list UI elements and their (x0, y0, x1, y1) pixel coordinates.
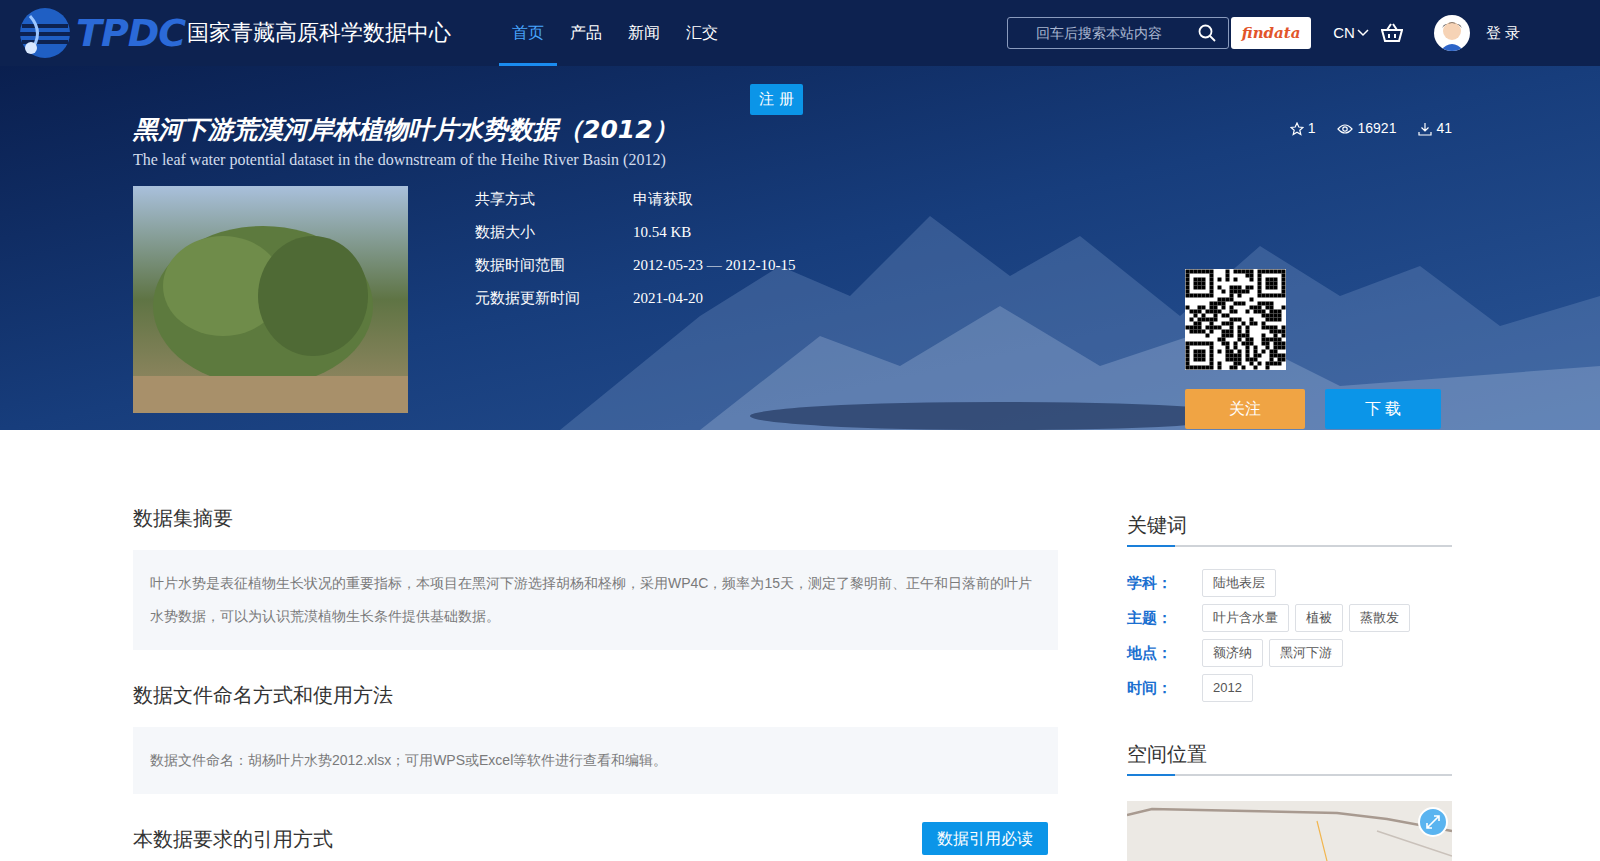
info-row: 数据时间范围2012-05-23 — 2012-10-15 (475, 253, 795, 277)
nav-item[interactable]: 产品 (557, 0, 615, 66)
keywords-heading: 关键词 (1127, 513, 1452, 545)
section-heading: 数据集摘要 (133, 506, 1058, 530)
content-section: 数据文件命名方式和使用方法数据文件命名：胡杨叶片水势2012.xlsx；可用WP… (133, 683, 1058, 794)
logo-name: 国家青藏高原科学数据中心 (187, 18, 451, 48)
main-nav: 首页产品新闻汇交 (499, 0, 731, 66)
keyword-row: 学科：陆地表层 (1127, 569, 1452, 597)
nav-item[interactable]: 新闻 (615, 0, 673, 66)
nav-item[interactable]: 汇交 (673, 0, 731, 66)
keyword-label: 学科： (1127, 572, 1202, 595)
top-bar: TPDC 国家青藏高原科学数据中心 首页产品新闻汇交 findata CN 登 … (0, 0, 1600, 66)
logo-abbr: TPDC (76, 11, 185, 55)
keyword-label: 时间： (1127, 677, 1202, 700)
keyword-row: 地点：额济纳黑河下游 (1127, 639, 1452, 667)
info-label: 数据大小 (475, 221, 633, 244)
nav-active-indicator (499, 63, 557, 66)
favorites-count[interactable]: 1 (1290, 118, 1316, 139)
keyword-tag[interactable]: 植被 (1295, 604, 1343, 632)
section-heading: 数据文件命名方式和使用方法 (133, 683, 1058, 707)
info-value: 10.54 KB (633, 221, 691, 244)
eye-icon (1337, 123, 1353, 135)
spatial-heading: 空间位置 (1127, 742, 1452, 774)
expand-map-icon[interactable] (1418, 807, 1448, 837)
section-heading: 本数据要求的引用方式 (133, 827, 333, 851)
info-label: 共享方式 (475, 188, 633, 211)
dataset-info: 共享方式申请获取数据大小10.54 KB数据时间范围2012-05-23 — 2… (475, 186, 795, 429)
globe-icon (16, 4, 74, 62)
downloads-count: 41 (1418, 118, 1452, 139)
content-section: 数据集摘要叶片水势是表征植物生长状况的重要指标，本项目在黑河下游选择胡杨和柽柳，… (133, 506, 1058, 650)
keyword-row: 时间：2012 (1127, 674, 1452, 702)
location-map[interactable] (1127, 801, 1452, 861)
dataset-subtitle: The leaf water potential dataset in the … (133, 149, 678, 171)
info-value: 2021-04-20 (633, 287, 703, 310)
language-switch[interactable]: CN (1333, 22, 1369, 45)
dataset-stats: 1 16921 41 (1290, 118, 1452, 139)
keyword-tag[interactable]: 陆地表层 (1202, 569, 1276, 597)
register-button[interactable]: 注 册 (750, 84, 803, 115)
info-label: 元数据更新时间 (475, 287, 633, 310)
section-box: 叶片水势是表征植物生长状况的重要指标，本项目在黑河下游选择胡杨和柽柳，采用WP4… (133, 550, 1058, 650)
dataset-title: 黑河下游荒漠河岸林植物叶片水势数据（2012） (133, 112, 678, 148)
keyword-label: 主题： (1127, 607, 1202, 630)
dataset-photo (133, 186, 408, 413)
views-count: 16921 (1337, 118, 1396, 139)
section-text: 叶片水势是表征植物生长状况的重要指标，本项目在黑河下游选择胡杨和柽柳，采用WP4… (150, 567, 1041, 633)
info-label: 数据时间范围 (475, 254, 633, 277)
logo[interactable]: TPDC 国家青藏高原科学数据中心 (16, 4, 451, 62)
download-button[interactable]: 下 载 (1325, 389, 1441, 429)
avatar-icon[interactable] (1434, 15, 1470, 51)
info-row: 共享方式申请获取 (475, 187, 795, 211)
star-icon (1290, 122, 1304, 136)
info-row: 元数据更新时间2021-04-20 (475, 286, 795, 310)
nav-item[interactable]: 首页 (499, 0, 557, 66)
info-value: 2012-05-23 — 2012-10-15 (633, 254, 795, 277)
keyword-row: 主题：叶片含水量植被蒸散发 (1127, 604, 1452, 632)
section-box: 数据文件命名：胡杨叶片水势2012.xlsx；可用WPS或Excel等软件进行查… (133, 727, 1058, 794)
citation-button[interactable]: 数据引用必读 (922, 822, 1048, 855)
findata-button[interactable]: findata (1231, 17, 1311, 49)
keyword-tag[interactable]: 蒸散发 (1349, 604, 1410, 632)
chevron-down-icon (1357, 29, 1369, 37)
login-link[interactable]: 登 录 (1486, 22, 1520, 45)
download-icon (1418, 122, 1432, 136)
keyword-tag[interactable]: 2012 (1202, 674, 1253, 702)
keyword-tag[interactable]: 黑河下游 (1269, 639, 1343, 667)
follow-button[interactable]: 关注 (1185, 389, 1305, 429)
keyword-tag[interactable]: 额济纳 (1202, 639, 1263, 667)
keyword-tag[interactable]: 叶片含水量 (1202, 604, 1289, 632)
search-icon[interactable] (1198, 24, 1216, 42)
cart-icon[interactable] (1381, 23, 1403, 43)
section-text: 数据文件命名：胡杨叶片水势2012.xlsx；可用WPS或Excel等软件进行查… (150, 744, 1041, 777)
dataset-hero: 注 册 黑河下游荒漠河岸林植物叶片水势数据（2012） The leaf wat… (0, 66, 1600, 430)
qr-code (1185, 269, 1286, 370)
search-box[interactable] (1007, 17, 1229, 49)
info-value: 申请获取 (633, 188, 693, 211)
search-input[interactable] (1020, 23, 1198, 44)
keyword-label: 地点： (1127, 642, 1202, 665)
info-row: 数据大小10.54 KB (475, 220, 795, 244)
